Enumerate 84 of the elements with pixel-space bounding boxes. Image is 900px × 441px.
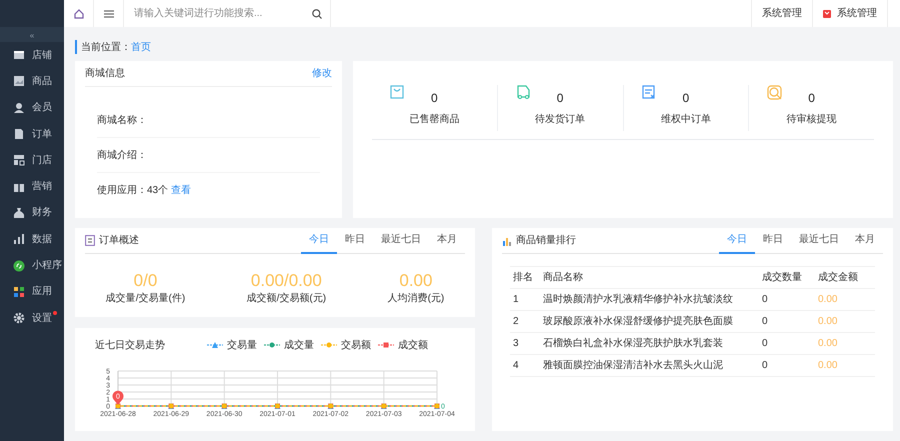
sidebar-item[interactable]: 店铺 [0, 42, 64, 68]
column-header: 成交金额 [815, 266, 875, 288]
column-header: 排名 [510, 266, 540, 288]
field-label: 使用应用： [97, 184, 147, 198]
tab[interactable]: 今日 [301, 228, 337, 254]
stat-value: 0 [808, 90, 815, 107]
stat-label: 维权中订单 [660, 112, 711, 127]
chart-title: 近七日交易走势 [95, 338, 165, 352]
tab[interactable]: 本月 [847, 228, 883, 254]
tab[interactable]: 昨日 [755, 228, 791, 254]
stat-value: 0 [556, 90, 564, 107]
stat-value: 0 [431, 90, 438, 107]
bar-chart-icon [502, 236, 512, 246]
table-cell: 石榴焕白礼盒补水保湿亮肤护肤水乳套装 [540, 332, 759, 354]
column-header: 成交数量 [759, 266, 815, 288]
tab[interactable]: 昨日 [337, 228, 373, 254]
metric-value: 0/0 [134, 272, 158, 291]
table-cell: 0 [759, 288, 815, 310]
sidebar-item[interactable]: 设置 [0, 304, 64, 332]
stat-label: 已售罄商品 [409, 112, 460, 127]
table-cell: 0.00 [815, 354, 875, 376]
tab[interactable]: 今日 [719, 228, 755, 254]
tab[interactable]: 最近七日 [791, 228, 847, 254]
metric-value: 0.00/0.00 [250, 272, 322, 291]
table-cell: 雅顿面膜控油保湿清洁补水去黑头火山泥 [540, 354, 759, 376]
sidebar-item[interactable]: 小程序 [0, 252, 64, 279]
table-cell: 0.00 [815, 310, 875, 332]
edit-link[interactable]: 修改 [312, 66, 332, 81]
stat-value: 0 [682, 90, 690, 107]
menu-icon [104, 10, 114, 18]
sidebar-item[interactable]: 门店 [0, 147, 64, 174]
shop-icon [13, 154, 25, 166]
home-icon [74, 8, 84, 18]
column-header: 商品名称 [540, 266, 759, 288]
table-cell: 0.00 [815, 332, 875, 354]
table-cell: 0 [759, 310, 815, 332]
apps-icon [13, 286, 25, 298]
stat-label: 待审核提现 [786, 112, 837, 127]
table-cell: 3 [510, 332, 540, 354]
sidebar-item[interactable]: 财务 [0, 200, 64, 226]
document-icon [85, 235, 95, 246]
table-cell: 0 [759, 332, 815, 354]
legend-label: 成交额 [398, 338, 428, 352]
table-cell: 0 [759, 354, 815, 376]
mini-program-icon [13, 260, 25, 272]
card-title: 订单概述 [99, 234, 139, 248]
breadcrumb-label: 当前位置： [81, 40, 131, 54]
sidebar-item[interactable]: 商品 [0, 68, 64, 95]
settings-icon [13, 312, 25, 324]
collapse-button[interactable]: « [0, 27, 64, 42]
legend-label: 交易额 [341, 338, 371, 352]
tab[interactable]: 最近七日 [373, 228, 429, 254]
table-cell: 4 [510, 354, 540, 376]
card-title: 商品销量排行 [516, 234, 576, 248]
sidebar-item[interactable]: 营销 [0, 173, 64, 200]
sidebar-item[interactable]: 应用 [0, 278, 64, 305]
store-icon [13, 49, 25, 62]
metric-value: 0.00 [399, 272, 432, 291]
app-count: 43个 [147, 184, 168, 198]
search-icon [312, 8, 322, 18]
table-cell: 2 [510, 310, 540, 332]
field-label: 商城介绍： [97, 148, 147, 162]
card-title: 商城信息 [85, 66, 125, 81]
table-cell: 1 [510, 288, 540, 310]
search-field[interactable]: 请输入关键词进行功能搜索... [132, 5, 312, 22]
table-cell: 温时焕颜清护水乳液精华修护补水抗皱淡纹 [540, 288, 759, 310]
metric-label: 人均消费(元) [388, 292, 444, 306]
image-icon [13, 75, 25, 88]
metric-label: 成交额/交易额(元) [246, 292, 326, 306]
sidebar-item[interactable]: 订单 [0, 120, 64, 148]
stat-label: 待发货订单 [535, 112, 586, 127]
table-cell: 0.00 [815, 288, 875, 310]
sidebar-item[interactable]: 数据 [0, 226, 64, 252]
table-cell: 玻尿酸原液补水保湿舒缓修护提亮肤色面膜 [540, 310, 759, 332]
money-bag-icon [13, 206, 25, 219]
tab[interactable]: 本月 [429, 228, 465, 254]
sidebar-item[interactable]: 会员 [0, 94, 64, 121]
legend-label: 成交量 [284, 338, 314, 352]
metric-label: 成交量/交易量(件) [106, 292, 186, 306]
user-icon [13, 102, 25, 114]
legend-label: 交易量 [227, 338, 257, 352]
document-icon [13, 128, 25, 140]
field-label: 商城名称： [97, 114, 147, 128]
bar-chart-icon [13, 233, 25, 246]
